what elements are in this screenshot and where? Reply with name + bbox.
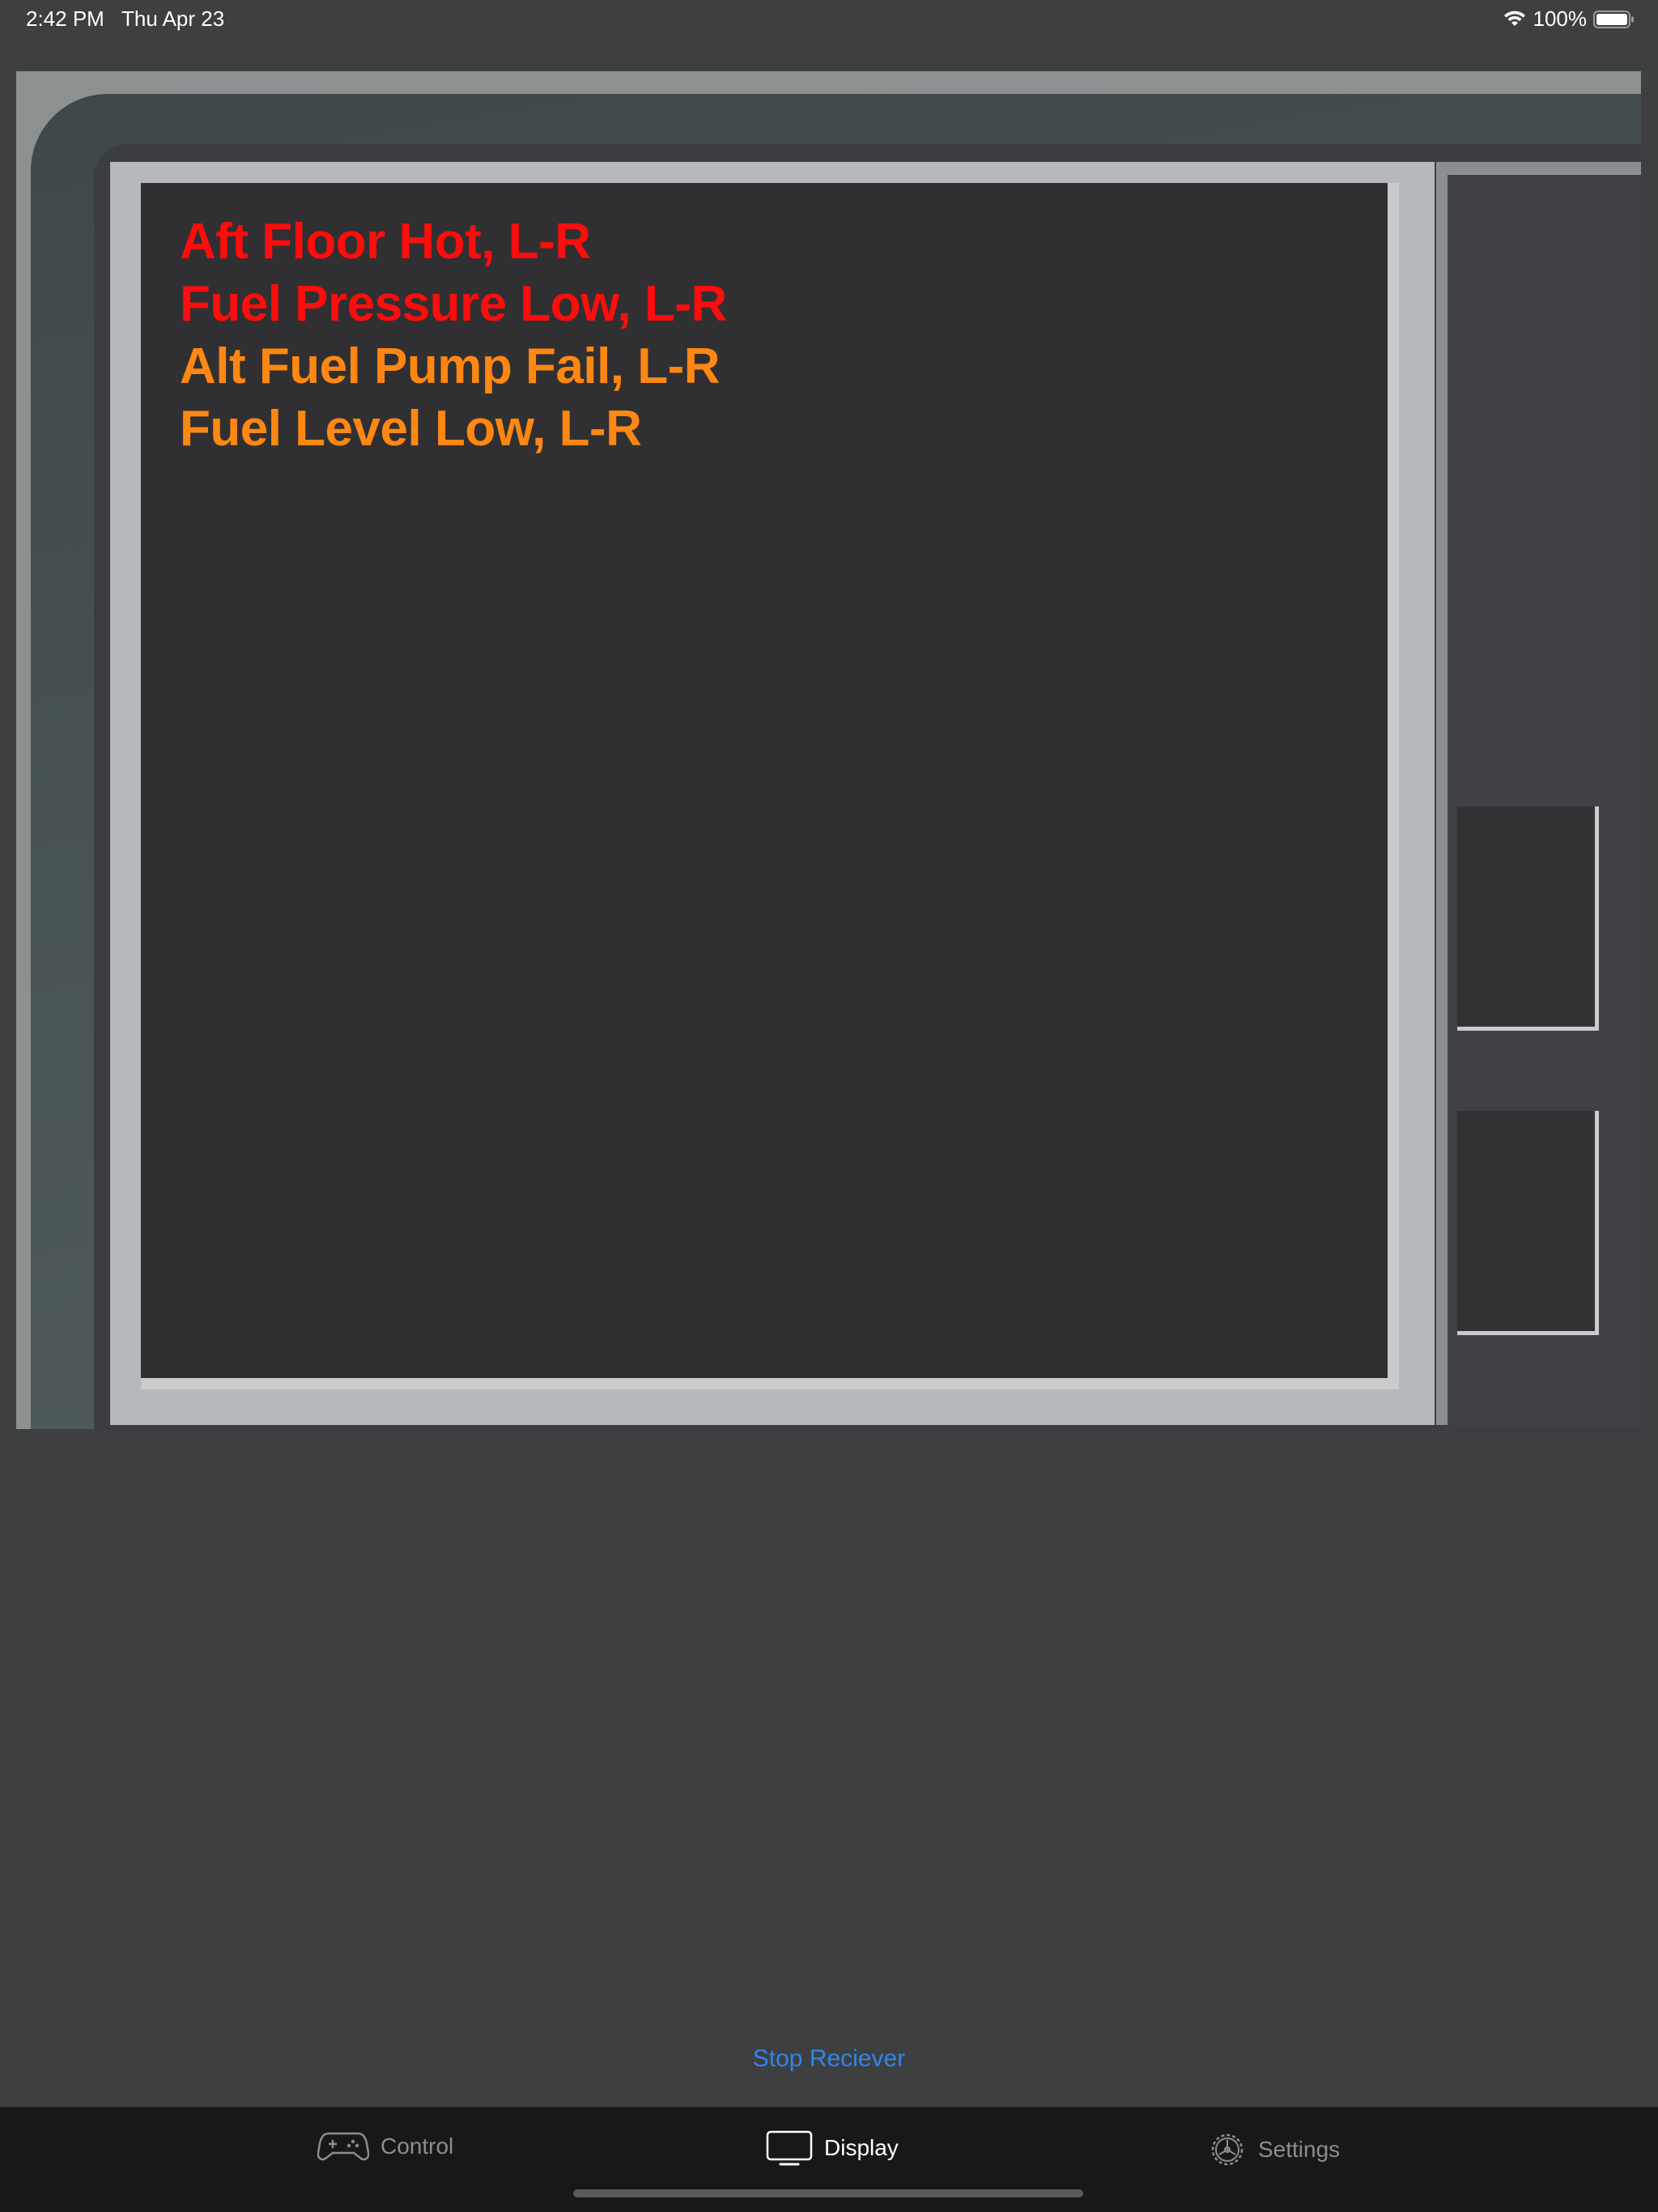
stop-receiver-button[interactable]: Stop Reciever — [0, 2045, 1658, 2073]
battery-icon — [1593, 10, 1634, 28]
status-bar: 2:42 PM Thu Apr 23 100% — [0, 0, 1658, 39]
tab-control-label: Control — [380, 2133, 454, 2159]
bezel-side-button-lower — [1457, 1111, 1599, 1335]
home-indicator — [573, 2189, 1083, 2197]
tab-display[interactable]: Display — [766, 2130, 899, 2166]
alert-message: Aft Floor Hot, L-R — [180, 214, 591, 270]
gear-icon — [1211, 2133, 1244, 2166]
display-icon — [766, 2130, 813, 2166]
status-indicators: 100% — [1503, 6, 1636, 32]
battery-percent: 100% — [1533, 6, 1588, 31]
tab-control[interactable]: Control — [317, 2130, 453, 2163]
tab-settings[interactable]: Settings — [1208, 2130, 1340, 2169]
caution-alert-list: Aft Floor Hot, L-R Fuel Pressure Low, L-… — [180, 211, 727, 460]
bezel-side-button-upper — [1457, 806, 1599, 1031]
alert-message: Alt Fuel Pump Fail, L-R — [180, 338, 721, 394]
wifi-icon — [1503, 11, 1525, 26]
app-root: 2:42 PM Thu Apr 23 100% Aft Floor Hot, L… — [0, 0, 1658, 2212]
mfd-display-panel: Aft Floor Hot, L-R Fuel Pressure Low, L-… — [16, 71, 1641, 1429]
tab-display-label: Display — [824, 2135, 899, 2160]
status-time: 2:42 PM — [26, 6, 104, 31]
alert-message: Fuel Pressure Low, L-R — [180, 276, 727, 332]
tab-settings-label: Settings — [1258, 2137, 1341, 2162]
alert-message: Fuel Level Low, L-R — [180, 401, 642, 457]
gamecontroller-icon — [317, 2132, 369, 2161]
status-date: Thu Apr 23 — [121, 6, 225, 31]
